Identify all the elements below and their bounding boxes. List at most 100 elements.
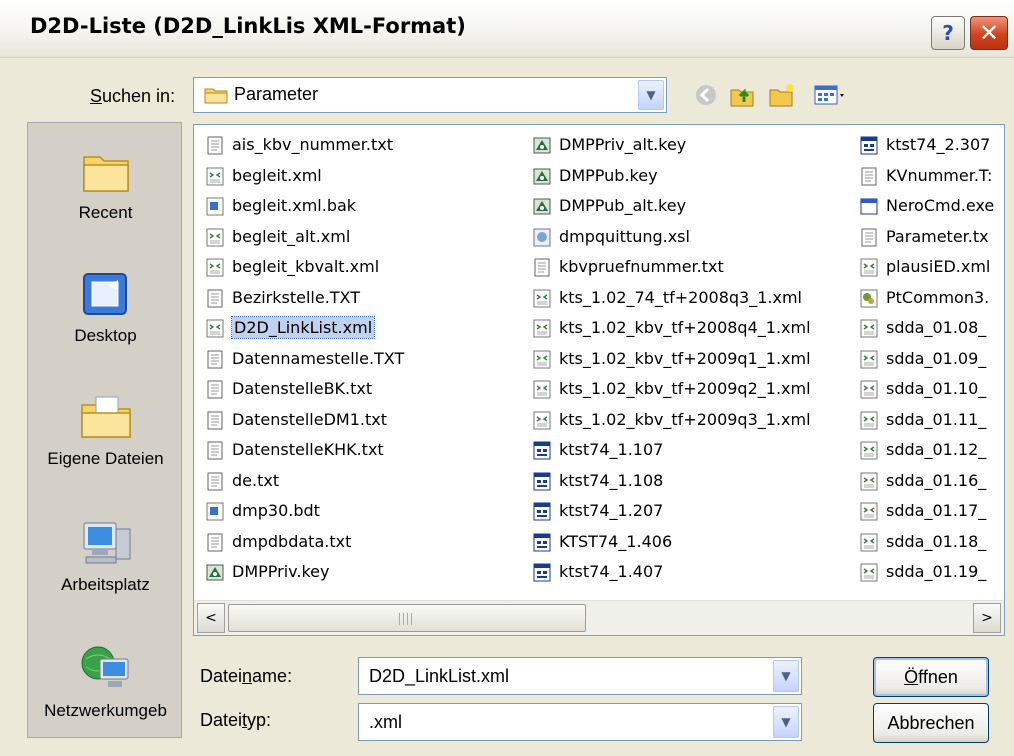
file-item[interactable]: ktst74_1.108: [527, 467, 663, 495]
file-item[interactable]: ktst74_1.407: [527, 558, 663, 586]
back-icon[interactable]: [692, 82, 720, 108]
scrollbar-thumb[interactable]: [228, 604, 586, 632]
file-name-field[interactable]: D2D_LinkList.xml ▼: [358, 657, 802, 695]
file-item[interactable]: D2D_LinkList.xml: [200, 314, 376, 342]
file-item[interactable]: kts_1.02_kbv_tf+2009q3_1.xml: [527, 406, 811, 434]
views-menu-icon[interactable]: [812, 82, 850, 108]
file-item[interactable]: sdda_01.11_: [854, 406, 986, 434]
file-item[interactable]: Bezirkstelle.TXT: [200, 284, 360, 312]
file-item[interactable]: sdda_01.09_: [854, 345, 986, 373]
file-item[interactable]: DatenstelleBK.txt: [200, 375, 372, 403]
file-item[interactable]: kts_1.02_kbv_tf+2009q2_1.xml: [527, 375, 811, 403]
cancel-button[interactable]: Abbrechen: [873, 703, 989, 743]
scroll-left-button[interactable]: <: [197, 603, 225, 633]
file-key-icon: [533, 136, 551, 155]
file-item[interactable]: KVnummer.T:: [854, 162, 992, 190]
file-item[interactable]: begleit.xml: [200, 162, 322, 190]
file-item[interactable]: sdda_01.19_: [854, 558, 986, 586]
file-item[interactable]: KTST74_1.406: [527, 528, 672, 556]
file-item[interactable]: DatenstelleKHK.txt: [200, 436, 384, 464]
file-item[interactable]: NeroCmd.exe: [854, 192, 994, 220]
file-item[interactable]: sdda_01.08_: [854, 314, 986, 342]
chevron-down-icon[interactable]: ▼: [638, 80, 664, 110]
help-button[interactable]: ?: [931, 16, 965, 50]
file-item[interactable]: ktst74_1.107: [527, 436, 663, 464]
file-item[interactable]: DMPPub_alt.key: [527, 192, 686, 220]
file-xml-icon: [860, 441, 878, 460]
file-item[interactable]: PtCommon3.: [854, 284, 989, 312]
file-name: kts_1.02_kbv_tf+2009q2_1.xml: [559, 379, 811, 398]
file-item[interactable]: kts_1.02_kbv_tf+2008q4_1.xml: [527, 314, 811, 342]
open-button[interactable]: Öffnen: [873, 657, 989, 697]
look-in-dropdown[interactable]: Parameter ▼: [193, 77, 667, 113]
file-xml-icon: [533, 350, 551, 369]
file-item[interactable]: kbvpruefnummer.txt: [527, 253, 724, 281]
file-item[interactable]: Datennamestelle.TXT: [200, 345, 404, 373]
file-item[interactable]: sdda_01.12_: [854, 436, 986, 464]
file-xml-icon: [533, 380, 551, 399]
place-recent[interactable]: Recent: [28, 145, 183, 223]
place-desktop[interactable]: Desktop: [28, 268, 183, 346]
file-type-label: Dateityp:: [200, 710, 272, 730]
file-item[interactable]: dmp30.bdt: [200, 497, 320, 525]
chevron-down-icon[interactable]: ▼: [773, 706, 799, 738]
file-name: sdda_01.12_: [886, 440, 987, 459]
file-name: sdda_01.16_: [886, 470, 987, 490]
place-my-computer[interactable]: Arbeitsplatz: [28, 517, 183, 595]
file-item[interactable]: begleit.xml.bak: [200, 192, 356, 220]
close-button[interactable]: ✕: [970, 16, 1008, 50]
file-name: DatenstelleDM1.txt: [232, 409, 387, 429]
file-name: D2D_LinkList.xml: [230, 316, 376, 339]
file-xml-icon: [860, 563, 878, 582]
file-item[interactable]: begleit_kbvalt.xml: [200, 253, 379, 281]
place-network[interactable]: Netzwerkumgeb: [28, 643, 183, 721]
file-item[interactable]: sdda_01.10_: [854, 375, 986, 403]
new-folder-icon[interactable]: [768, 82, 796, 108]
file-item[interactable]: begleit_alt.xml: [200, 223, 350, 251]
chevron-down-icon[interactable]: ▼: [773, 660, 799, 692]
file-xml-icon: [860, 319, 878, 338]
file-bin-icon: [533, 533, 551, 552]
file-item[interactable]: sdda_01.17_: [854, 497, 986, 525]
file-name: ais_kbv_nummer.txt: [232, 135, 393, 154]
file-item[interactable]: sdda_01.16_: [854, 467, 986, 495]
file-item[interactable]: kts_1.02_74_tf+2008q3_1.xml: [527, 284, 802, 312]
file-xml-icon: [206, 228, 224, 247]
file-xml-icon: [860, 350, 878, 369]
file-item[interactable]: ais_kbv_nummer.txt: [200, 131, 393, 159]
recent-folder-icon: [78, 145, 134, 197]
file-xml-icon: [533, 411, 551, 430]
file-name: Bezirkstelle.TXT: [232, 287, 361, 307]
scroll-right-button[interactable]: >: [973, 603, 1001, 633]
file-name: PtCommon3.: [886, 287, 990, 307]
my-documents-icon: [78, 391, 134, 443]
look-in-value: Parameter: [234, 84, 319, 104]
file-item[interactable]: DatenstelleDM1.txt: [200, 406, 387, 434]
file-name: ktst74_1.108: [559, 470, 664, 490]
title-bar[interactable]: D2D-Liste (D2D_LinkLis XML-Format) ? ✕: [0, 0, 1014, 58]
file-item[interactable]: dmpdbdata.txt: [200, 528, 351, 556]
file-item[interactable]: Parameter.tx: [854, 223, 989, 251]
file-name: sdda_01.19_: [886, 562, 987, 581]
file-txt-icon: [206, 136, 224, 155]
file-item[interactable]: DMPPriv_alt.key: [527, 131, 686, 159]
file-item[interactable]: ktst74_2.307: [854, 131, 990, 159]
file-item[interactable]: de.txt: [200, 467, 279, 495]
horizontal-scrollbar[interactable]: < >: [194, 600, 1004, 635]
file-item[interactable]: dmpquittung.xsl: [527, 223, 690, 251]
file-item[interactable]: DMPPriv.key: [200, 558, 329, 586]
place-my-documents[interactable]: Eigene Dateien: [28, 391, 183, 469]
file-list[interactable]: ais_kbv_nummer.txt begleit.xml begleit.xml…: [193, 124, 1005, 636]
file-name: de.txt: [232, 470, 280, 490]
up-folder-icon[interactable]: [728, 82, 756, 108]
file-item[interactable]: ktst74_1.207: [527, 497, 663, 525]
file-item[interactable]: plausiED.xml: [854, 253, 990, 281]
file-item[interactable]: sdda_01.18_: [854, 528, 986, 556]
file-item[interactable]: DMPPub.key: [527, 162, 658, 190]
look-in-label: Suchen in:: [90, 86, 176, 106]
file-xml-icon: [860, 472, 878, 491]
file-name: begleit_kbvalt.xml: [232, 257, 380, 276]
file-item[interactable]: kts_1.02_kbv_tf+2009q1_1.xml: [527, 345, 811, 373]
file-type-dropdown[interactable]: .xml ▼: [358, 703, 802, 741]
file-name: DMPPub.key: [559, 165, 658, 185]
